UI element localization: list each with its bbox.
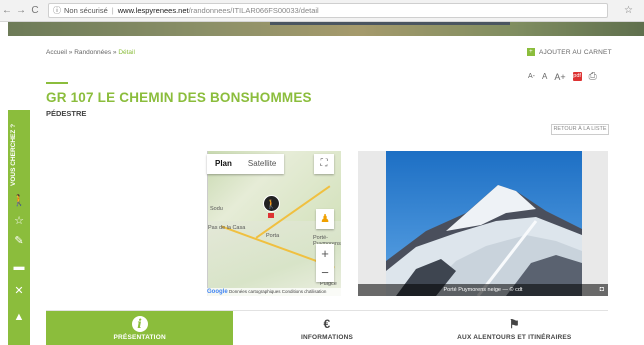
url-domain: www.lespyrenees.net: [117, 6, 189, 15]
zoom-out-button[interactable]: −: [316, 263, 334, 282]
breadcrumb-randonnees[interactable]: Randonnées: [74, 49, 111, 56]
url-path: /randonnees/ITILAR066FS00033/detail: [188, 6, 319, 15]
hiker-marker-icon[interactable]: 🚶: [263, 195, 280, 212]
map-tab-satellite[interactable]: Satellite: [240, 154, 284, 174]
tab-alentours-label: AUX ALENTOURS ET ITINÉRAIRES: [457, 334, 572, 341]
star-icon[interactable]: ☆: [12, 214, 26, 228]
back-to-list-button[interactable]: RETOUR À LA LISTE: [551, 124, 609, 135]
plus-icon: +: [527, 48, 535, 56]
mountain-photo: [386, 151, 582, 296]
map-attribution[interactable]: Données cartographiques Conditions d'uti…: [229, 289, 326, 294]
tab-informations[interactable]: € INFORMATIONS: [233, 310, 421, 345]
zoom-control: + −: [316, 244, 334, 282]
reload-button[interactable]: C: [28, 5, 42, 16]
photo-caption: Porté Puymorens neige — © cdt: [358, 284, 608, 296]
photo-gallery[interactable]: Porté Puymorens neige — © cdt ◘: [358, 151, 608, 296]
bed-icon[interactable]: ▬: [12, 260, 26, 274]
tab-informations-label: INFORMATIONS: [300, 334, 354, 341]
map-label: Pas de la Casa: [208, 225, 246, 231]
hiker-icon[interactable]: 🚶: [12, 194, 26, 208]
text-larger-button[interactable]: A+: [554, 72, 565, 82]
browser-toolbar: ← → C ⓘ Non sécurisé | www.lespyrenees.n…: [0, 0, 644, 22]
print-icon[interactable]: ⎙: [589, 71, 597, 82]
side-tab-label: VOUS CHERCHEZ ?: [10, 123, 17, 187]
text-tools: A- A A+ pdf ⎙: [528, 71, 597, 82]
piggy-bank-icon: €: [323, 317, 331, 331]
map-type-tabs: Plan Satellite: [207, 154, 285, 174]
back-button[interactable]: ←: [0, 5, 14, 16]
breadcrumb-home[interactable]: Accueil: [46, 49, 67, 56]
add-to-notebook-button[interactable]: + AJOUTER AU CARNET: [527, 48, 612, 56]
activity-icon[interactable]: ✎: [12, 234, 26, 248]
text-normal-button[interactable]: A: [542, 72, 547, 81]
detail-tabs: i PRÉSENTATION € INFORMATIONS ⚑ AUX ALEN…: [46, 310, 608, 345]
pegman-icon[interactable]: ♟: [316, 209, 334, 229]
fullscreen-icon[interactable]: ⛶: [314, 154, 334, 174]
map-label: Porta: [266, 233, 280, 239]
page-subtitle: PÉDESTRE: [46, 109, 87, 118]
map-footer: Google Données cartographiques Condition…: [207, 288, 341, 296]
bookmark-star-icon[interactable]: ☆: [624, 5, 633, 16]
search-side-tab[interactable]: VOUS CHERCHEZ ? 🚶 ☆ ✎ ▬ ✕ ▲: [8, 110, 30, 345]
info-icon: i: [131, 316, 148, 332]
forward-button[interactable]: →: [14, 5, 28, 16]
add-to-notebook-label: AJOUTER AU CARNET: [539, 48, 612, 56]
header-nav-strip: [270, 22, 510, 25]
mountain-icon[interactable]: ▲: [12, 310, 26, 324]
camera-icon[interactable]: ◘: [600, 286, 604, 293]
map-tab-plan[interactable]: Plan: [207, 154, 240, 174]
mountain-photo-image: [386, 151, 582, 296]
pdf-icon[interactable]: pdf: [572, 72, 582, 81]
flag-icon: ⚑: [508, 317, 520, 331]
tab-alentours[interactable]: ⚑ AUX ALENTOURS ET ITINÉRAIRES: [420, 310, 608, 345]
text-smaller-button[interactable]: A-: [528, 73, 535, 80]
map-pin-icon: [268, 213, 274, 218]
address-bar[interactable]: ⓘ Non sécurisé | www.lespyrenees.net/ran…: [48, 3, 608, 18]
restaurant-icon[interactable]: ✕: [12, 284, 26, 298]
map-label: Sodu: [210, 206, 223, 212]
info-icon[interactable]: ⓘ: [53, 5, 61, 16]
breadcrumb-current: Détail: [118, 49, 135, 56]
zoom-in-button[interactable]: +: [316, 244, 334, 263]
security-status: Non sécurisé: [64, 6, 108, 15]
tab-presentation[interactable]: i PRÉSENTATION: [46, 310, 234, 345]
breadcrumb: Accueil » Randonnées » Détail: [46, 49, 135, 56]
page-title: GR 107 LE CHEMIN DES BONSHOMMES: [46, 90, 312, 105]
google-logo: Google: [207, 289, 228, 295]
tab-presentation-label: PRÉSENTATION: [113, 334, 166, 341]
title-accent-line: [46, 82, 68, 84]
